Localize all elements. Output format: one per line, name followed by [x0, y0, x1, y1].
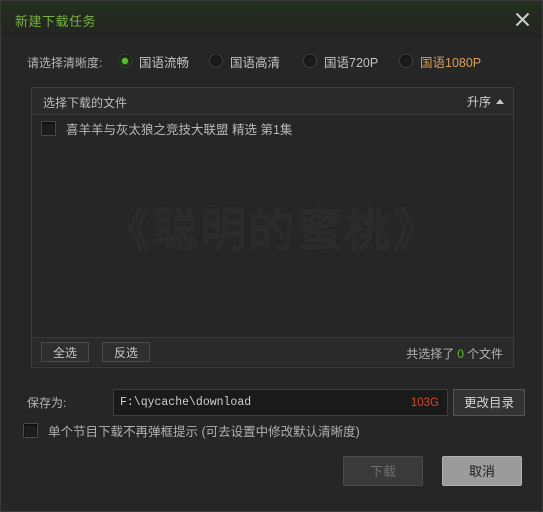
sort-order-label: 升序 — [466, 95, 491, 109]
quality-label: 请选择清晰度: — [27, 56, 103, 70]
file-name-label: 喜羊羊与灰太狼之竞技大联盟 精选 第1集 — [66, 122, 293, 137]
quality-option-0[interactable]: 国语流畅 — [118, 51, 189, 71]
file-list-header: 选择下载的文件 升序 — [32, 88, 513, 115]
close-icon[interactable] — [506, 4, 538, 34]
close-icon-glyph — [515, 12, 529, 26]
radio-icon — [303, 54, 317, 68]
dialog-title: 新建下载任务 — [15, 14, 97, 29]
quality-option-3[interactable]: 国语1080P — [399, 51, 481, 71]
new-download-task-dialog: 新建下载任务 请选择清晰度: 国语流畅 国语高清 国语720P 国语1080P — [0, 0, 543, 512]
watermark-text: 《聪明的蜜桃》 — [104, 203, 441, 255]
remember-choice-row[interactable]: 单个节目下载不再弹框提示 (可去设置中修改默认清晰度) — [23, 421, 360, 440]
file-list-footer: 全选 反选 共选择了 0 个文件 — [32, 337, 513, 366]
count-suffix: 个文件 — [466, 347, 503, 361]
file-list-body[interactable]: 《聪明的蜜桃》 喜羊羊与灰太狼之竞技大联盟 精选 第1集 — [32, 115, 513, 337]
download-button[interactable]: 下载 — [343, 456, 423, 486]
quality-option-label: 国语高清 — [230, 55, 281, 70]
save-path-value: F:\qycache\download — [120, 396, 252, 409]
save-path-row: 保存为: F:\qycache\download 103G 更改目录 — [1, 389, 542, 416]
selected-count: 共选择了 0 个文件 — [406, 345, 503, 362]
file-list-title: 选择下载的文件 — [43, 96, 128, 110]
titlebar: 新建下载任务 — [1, 1, 542, 39]
quality-option-label: 国语流畅 — [139, 55, 190, 70]
change-directory-button[interactable]: 更改目录 — [453, 389, 525, 416]
save-path-label: 保存为: — [27, 396, 67, 410]
radio-icon-selected — [118, 54, 132, 68]
save-path-input[interactable]: F:\qycache\download 103G — [113, 389, 448, 416]
remember-label: 单个节目下载不再弹框提示 (可去设置中修改默认清晰度) — [48, 425, 360, 439]
quality-option-label: 国语720P — [324, 55, 379, 70]
invert-selection-button[interactable]: 反选 — [102, 342, 151, 362]
file-checkbox[interactable] — [41, 120, 56, 136]
chevron-up-icon — [496, 99, 504, 104]
quality-option-2[interactable]: 国语720P — [303, 51, 378, 71]
file-list-panel: 选择下载的文件 升序 《聪明的蜜桃》 喜羊羊与灰太狼之竞技大联盟 精选 第1集 … — [31, 87, 514, 368]
count-prefix: 共选择了 — [406, 347, 455, 361]
select-all-button[interactable]: 全选 — [41, 342, 90, 362]
radio-icon — [209, 54, 223, 68]
quality-selector: 请选择清晰度: 国语流畅 国语高清 国语720P 国语1080P — [1, 51, 542, 73]
list-item[interactable]: 喜羊羊与灰太狼之竞技大联盟 精选 第1集 — [32, 115, 513, 141]
quality-option-1[interactable]: 国语高清 — [209, 51, 280, 71]
sort-order-toggle[interactable]: 升序 — [467, 93, 504, 110]
cancel-button[interactable]: 取消 — [442, 456, 522, 486]
count-value: 0 — [457, 347, 464, 361]
quality-option-label: 国语1080P — [420, 55, 482, 70]
free-space-label: 103G — [410, 396, 439, 409]
remember-checkbox[interactable] — [23, 423, 38, 438]
radio-icon — [399, 54, 413, 68]
